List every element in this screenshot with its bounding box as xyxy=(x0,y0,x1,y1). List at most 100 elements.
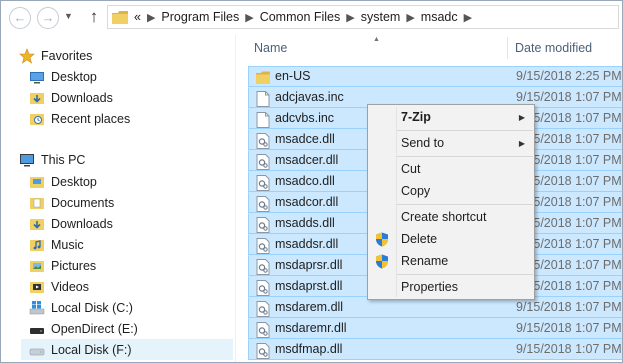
file-row[interactable]: msdfmap.dll 9/15/2018 1:07 PM xyxy=(248,339,622,360)
file-row[interactable]: msdarem.dll 9/15/2018 1:07 PM xyxy=(248,297,622,318)
file-name: msadds.dll xyxy=(275,216,335,230)
nav-label: Documents xyxy=(51,195,115,210)
dll-icon xyxy=(256,154,270,170)
dll-icon xyxy=(256,217,270,233)
breadcrumb-msadc[interactable]: msadc xyxy=(421,10,458,24)
file-row[interactable]: en-US 9/15/2018 2:25 PM xyxy=(248,66,622,87)
nav-label: Favorites xyxy=(41,48,93,63)
file-row[interactable]: msdaremr.dll 9/15/2018 1:07 PM xyxy=(248,318,622,339)
pane-splitter[interactable] xyxy=(235,35,236,362)
windows-drive-icon xyxy=(29,300,45,314)
up-folder-button[interactable]: ↑ xyxy=(85,7,103,29)
breadcrumb-program-files[interactable]: Program Files xyxy=(161,10,239,24)
nav-item-local-disk-c[interactable]: Local Disk (C:) xyxy=(29,297,133,318)
breadcrumb-system[interactable]: system xyxy=(361,10,401,24)
nav-item-music[interactable]: Music xyxy=(29,234,84,255)
menu-item-7-zip[interactable]: 7-Zip ▶ xyxy=(368,107,534,128)
videos-folder-icon xyxy=(30,281,44,293)
menu-item-delete[interactable]: Delete xyxy=(368,229,534,250)
nav-item-recent-places[interactable]: Recent places xyxy=(29,108,130,129)
menu-label: Send to xyxy=(401,136,445,150)
folder-icon xyxy=(30,176,44,188)
nav-item-local-disk-f[interactable]: Local Disk (F:) xyxy=(21,339,233,360)
recent-locations-dropdown[interactable]: ▼ xyxy=(64,11,73,21)
dll-icon xyxy=(256,343,270,359)
chevron-right-icon[interactable]: ▶ xyxy=(346,11,354,24)
nav-label: Pictures xyxy=(51,258,97,273)
menu-item-cut[interactable]: Cut xyxy=(368,159,534,180)
file-name: msadce.dll xyxy=(275,132,335,146)
column-header-name[interactable]: Name xyxy=(254,35,287,61)
uac-shield-icon xyxy=(376,232,388,247)
dll-icon xyxy=(256,133,270,149)
file-date-modified: 9/15/2018 1:07 PM xyxy=(516,300,622,314)
file-icon xyxy=(256,91,270,107)
dll-icon xyxy=(256,238,270,254)
recent-places-icon xyxy=(30,113,44,125)
back-button[interactable]: ← xyxy=(9,7,31,29)
file-name: msdfmap.dll xyxy=(275,342,343,356)
nav-label: Downloads xyxy=(51,90,113,105)
pictures-folder-icon xyxy=(30,260,44,272)
nav-item-opendirect-e[interactable]: OpenDirect (E:) xyxy=(29,318,138,339)
menu-item-copy[interactable]: Copy xyxy=(368,181,534,202)
nav-item-downloads[interactable]: Downloads xyxy=(29,87,113,108)
nav-item-downloads-pc[interactable]: Downloads xyxy=(29,213,113,234)
menu-separator xyxy=(397,274,533,275)
file-name: msaddsr.dll xyxy=(275,237,339,251)
file-date-modified: 9/15/2018 2:25 PM xyxy=(516,69,622,83)
breadcrumb-common-files[interactable]: Common Files xyxy=(260,10,341,24)
nav-label: This PC xyxy=(41,152,86,167)
file-date-modified: 9/15/2018 1:07 PM xyxy=(516,321,622,335)
file-name: en-US xyxy=(275,69,311,83)
nav-label: Downloads xyxy=(51,216,113,231)
explorer-window: ← → ▼ ↑ « ▶ Program Files ▶ Common Files… xyxy=(0,0,623,363)
nav-label: Desktop xyxy=(51,174,97,189)
file-name: adcjavas.inc xyxy=(275,90,344,104)
file-name: adcvbs.inc xyxy=(275,111,335,125)
nav-item-pictures[interactable]: Pictures xyxy=(29,255,96,276)
file-icon xyxy=(256,112,270,128)
address-bar[interactable]: « ▶ Program Files ▶ Common Files ▶ syste… xyxy=(107,5,619,29)
computer-icon xyxy=(20,153,34,166)
menu-item-create-shortcut[interactable]: Create shortcut xyxy=(368,207,534,228)
file-name: msadcer.dll xyxy=(275,153,339,167)
chevron-right-icon[interactable]: ▶ xyxy=(147,11,155,24)
menu-item-rename[interactable]: Rename xyxy=(368,251,534,272)
nav-label: Recent places xyxy=(51,111,131,126)
nav-item-favorites[interactable]: Favorites xyxy=(19,45,92,66)
menu-label: Properties xyxy=(401,280,458,294)
folder-icon xyxy=(256,70,270,86)
file-name: msadco.dll xyxy=(275,174,335,188)
menu-label: Rename xyxy=(401,254,449,268)
nav-item-documents[interactable]: Documents xyxy=(29,192,114,213)
submenu-arrow-icon: ▶ xyxy=(518,113,525,122)
address-toolbar: ← → ▼ ↑ « ▶ Program Files ▶ Common Files… xyxy=(1,1,622,35)
navigation-pane: Favorites Desktop Downloads Recent place… xyxy=(1,35,235,362)
nav-label: Music xyxy=(51,237,84,252)
dll-icon xyxy=(256,259,270,275)
nav-label: Local Disk (C:) xyxy=(51,300,133,315)
column-header-date-modified[interactable]: Date modified xyxy=(515,35,592,61)
nav-label: OpenDirect (E:) xyxy=(51,321,138,336)
chevron-right-icon[interactable]: ▶ xyxy=(245,11,253,24)
chevron-right-icon[interactable]: ▶ xyxy=(406,11,414,24)
nav-item-desktop-pc[interactable]: Desktop xyxy=(29,171,97,192)
column-divider[interactable] xyxy=(507,37,508,59)
menu-label: Create shortcut xyxy=(401,210,487,224)
menu-label: Copy xyxy=(401,184,431,198)
uac-shield-icon xyxy=(376,254,388,269)
menu-item-properties[interactable]: Properties xyxy=(368,277,534,298)
file-name: msdarem.dll xyxy=(275,300,344,314)
file-name: msdaprst.dll xyxy=(275,279,343,293)
nav-item-this-pc[interactable]: This PC xyxy=(19,149,85,170)
chevron-right-icon[interactable]: ▶ xyxy=(464,11,472,24)
nav-item-desktop[interactable]: Desktop xyxy=(29,66,97,87)
star-icon xyxy=(19,47,35,64)
address-overflow[interactable]: « xyxy=(134,10,141,24)
folder-icon xyxy=(30,197,44,209)
dll-icon xyxy=(256,322,270,338)
nav-item-videos[interactable]: Videos xyxy=(29,276,89,297)
menu-item-send-to[interactable]: Send to ▶ xyxy=(368,133,534,154)
forward-button[interactable]: → xyxy=(37,7,59,29)
